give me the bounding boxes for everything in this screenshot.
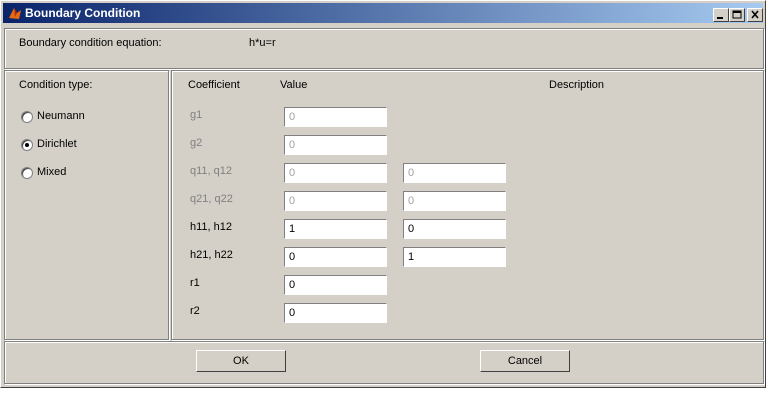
value-header: Value	[280, 79, 308, 91]
h21-field[interactable]	[284, 247, 387, 267]
q11-field[interactable]	[284, 163, 387, 183]
boundary-condition-window: Boundary Condition Boundary condition eq…	[0, 0, 766, 388]
h22-field[interactable]	[403, 247, 506, 267]
coef-q11-q12-label: q11, q12	[190, 165, 233, 177]
description-header: Description	[549, 79, 605, 91]
ok-button[interactable]: OK	[196, 350, 286, 372]
radio-label[interactable]: Mixed	[37, 166, 66, 178]
coefficient-header: Coefficient	[188, 79, 240, 91]
minimize-button[interactable]	[713, 8, 729, 22]
minimize-icon	[717, 17, 723, 19]
coef-r1-label: r1	[190, 277, 200, 289]
q22-field[interactable]	[403, 191, 506, 211]
q21-field[interactable]	[284, 191, 387, 211]
h12-field[interactable]	[403, 219, 506, 239]
r2-field[interactable]	[284, 303, 387, 323]
condition-type-panel: Condition type: Neumann Dirichlet Mixed	[4, 70, 169, 340]
coef-r2-label: r2	[190, 305, 200, 317]
close-button[interactable]	[747, 8, 763, 22]
coef-g1-label: g1	[190, 109, 203, 121]
radio-button[interactable]	[21, 139, 33, 151]
g2-field[interactable]	[284, 135, 387, 155]
equation-panel: Boundary condition equation: h*u=r	[4, 28, 764, 69]
equation-value: h*u=r	[249, 37, 276, 49]
condition-type-label: Condition type:	[19, 79, 93, 91]
radio-label[interactable]: Neumann	[37, 110, 85, 122]
title-bar[interactable]: Boundary Condition	[3, 3, 763, 23]
coef-h21-h22-label: h21, h22	[190, 249, 233, 261]
radio-button[interactable]	[21, 167, 33, 179]
equation-label: Boundary condition equation:	[19, 37, 162, 49]
radio-button[interactable]	[21, 111, 33, 123]
window-title: Boundary Condition	[25, 6, 141, 20]
coef-g2-label: g2	[190, 137, 203, 149]
radio-label[interactable]: Dirichlet	[37, 138, 77, 150]
r1-field[interactable]	[284, 275, 387, 295]
button-panel: OK Cancel	[4, 341, 764, 384]
q12-field[interactable]	[403, 163, 506, 183]
close-icon	[751, 10, 759, 19]
radio-selected-dot	[25, 143, 29, 147]
maximize-icon	[732, 10, 742, 19]
h11-field[interactable]	[284, 219, 387, 239]
g1-field[interactable]	[284, 107, 387, 127]
coef-q21-q22-label: q21, q22	[190, 193, 233, 205]
maximize-button[interactable]	[729, 8, 745, 22]
cancel-button[interactable]: Cancel	[480, 350, 570, 372]
coefficients-panel: Coefficient Value Description g1 g2 q11,…	[171, 70, 764, 340]
coef-h11-h12-label: h11, h12	[190, 221, 233, 233]
matlab-icon	[9, 8, 21, 19]
